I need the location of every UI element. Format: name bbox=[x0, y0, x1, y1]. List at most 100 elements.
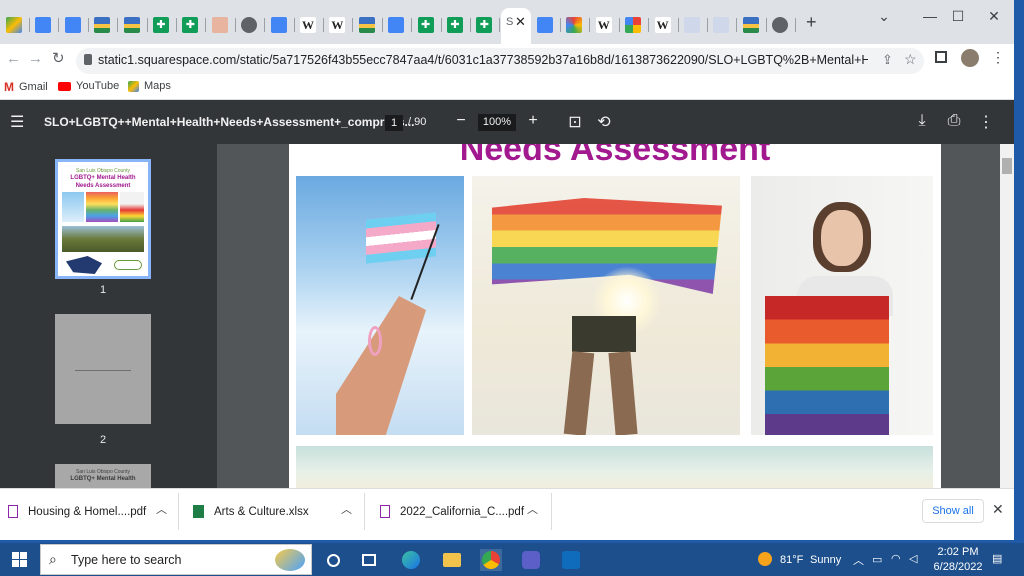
maximize-button[interactable]: ☐ bbox=[946, 8, 970, 25]
tab-docs[interactable] bbox=[382, 11, 410, 39]
page-number-input[interactable]: 1 bbox=[385, 115, 403, 131]
bookmark-gmail[interactable]: M Gmail bbox=[4, 80, 48, 94]
pdf-icon bbox=[8, 505, 18, 518]
download-filename: Housing & Homel....pdf bbox=[28, 505, 147, 518]
tab-photo[interactable] bbox=[737, 11, 765, 39]
tab-sheets[interactable]: ✚ bbox=[441, 11, 469, 39]
tab-globe[interactable] bbox=[235, 11, 263, 39]
document-scrollbar[interactable] bbox=[1000, 144, 1014, 488]
weather-desc[interactable]: Sunny bbox=[810, 554, 841, 566]
maps-icon bbox=[128, 80, 139, 92]
tab-photo[interactable] bbox=[88, 11, 116, 39]
avatar[interactable] bbox=[961, 49, 979, 67]
tab-wikipedia[interactable]: W bbox=[323, 11, 351, 39]
edge-icon[interactable] bbox=[400, 549, 422, 571]
download-item-housing[interactable]: Housing & Homel....pdf ︿ bbox=[8, 489, 167, 534]
hamburger-menu-icon[interactable]: ☰ bbox=[10, 112, 24, 132]
tab-docs[interactable] bbox=[59, 11, 87, 39]
bookmark-maps[interactable]: Maps bbox=[128, 80, 171, 92]
outlook-icon[interactable] bbox=[560, 549, 582, 571]
fit-page-icon[interactable]: ⊡ bbox=[565, 112, 585, 132]
lock-icon[interactable] bbox=[84, 54, 92, 65]
chrome-icon[interactable] bbox=[480, 549, 502, 571]
new-tab-button[interactable]: + bbox=[806, 12, 817, 33]
clock-time[interactable]: 2:02 PM bbox=[936, 546, 980, 558]
photo-icon bbox=[742, 17, 759, 33]
tab-drive[interactable] bbox=[0, 11, 28, 39]
back-button[interactable]: ← bbox=[6, 50, 21, 67]
thumbnail-page-1[interactable]: San Luis Obispo County LGBTQ+ Mental Hea… bbox=[55, 159, 151, 279]
tab-photo[interactable] bbox=[118, 11, 146, 39]
close-window-button[interactable]: ✕ bbox=[982, 8, 1006, 25]
battery-icon[interactable]: ▭ bbox=[872, 553, 882, 566]
tab-flower[interactable] bbox=[560, 11, 588, 39]
tab-google[interactable] bbox=[619, 11, 647, 39]
document-viewer: Needs Assessment bbox=[217, 144, 1014, 488]
download-item-arts[interactable]: Arts & Culture.xlsx ︿ bbox=[193, 489, 352, 534]
notifications-icon[interactable]: ▤ bbox=[992, 552, 1002, 565]
tab-docs[interactable] bbox=[265, 11, 293, 39]
weather-temp[interactable]: 81°F bbox=[780, 554, 803, 566]
tab-docs[interactable] bbox=[29, 11, 57, 39]
task-view-icon[interactable] bbox=[358, 549, 380, 571]
tab-photo[interactable] bbox=[353, 11, 381, 39]
rotate-icon[interactable]: ⟲ bbox=[594, 112, 614, 132]
weather-sun-icon[interactable] bbox=[758, 552, 772, 566]
close-downloads-icon[interactable]: ✕ bbox=[992, 501, 1004, 518]
docs-icon bbox=[270, 17, 287, 33]
tab-docs[interactable] bbox=[531, 11, 559, 39]
rainbow-flag bbox=[765, 296, 889, 435]
scrollbar-thumb[interactable] bbox=[1002, 158, 1012, 174]
active-tab-label: S bbox=[506, 16, 514, 28]
arm bbox=[336, 296, 426, 435]
zoom-out-button[interactable]: − bbox=[451, 112, 471, 130]
tab-wikipedia[interactable]: W bbox=[294, 11, 322, 39]
thumbnail-page-3[interactable]: San Luis Obispo County LGBTQ+ Mental Hea… bbox=[55, 464, 151, 488]
forward-button[interactable]: → bbox=[28, 50, 43, 67]
file-explorer-icon[interactable] bbox=[441, 549, 463, 571]
pdf-toolbar: ☰ SLO+LGBTQ++Mental+Health+Needs+Assessm… bbox=[0, 100, 1014, 144]
windows-start-icon[interactable] bbox=[12, 552, 27, 567]
taskbar-search[interactable]: ⌕ Type here to search bbox=[40, 544, 312, 575]
tray-chevron-icon[interactable]: ︿ bbox=[853, 552, 864, 568]
thumb-image bbox=[120, 192, 144, 222]
chevron-up-icon[interactable]: ︿ bbox=[156, 501, 167, 517]
tab-search-icon[interactable]: ⌄ bbox=[872, 8, 896, 25]
photo-landscape bbox=[296, 446, 933, 488]
zoom-in-button[interactable]: + bbox=[523, 112, 543, 130]
clock-date[interactable]: 6/28/2022 bbox=[930, 561, 986, 573]
menu-kebab-icon[interactable]: ⋮ bbox=[991, 49, 1005, 66]
active-tab[interactable]: S ✕ bbox=[501, 8, 531, 44]
side-panel-icon[interactable] bbox=[935, 51, 947, 63]
thumbnail-page-2[interactable] bbox=[55, 314, 151, 424]
bookmark-star-icon[interactable]: ☆ bbox=[904, 51, 917, 68]
tab-globe[interactable] bbox=[766, 11, 794, 39]
tab-plus[interactable] bbox=[206, 11, 234, 39]
teams-icon[interactable] bbox=[520, 549, 542, 571]
tab-sheets[interactable]: ✚ bbox=[470, 11, 498, 39]
tab-wikipedia[interactable]: W bbox=[590, 11, 618, 39]
pdf-menu-icon[interactable]: ⋮ bbox=[976, 112, 996, 132]
reload-button[interactable]: ↻ bbox=[52, 49, 65, 67]
download-item-california[interactable]: 2022_California_C....pdf ︿ bbox=[380, 489, 538, 534]
tab-sheets[interactable]: ✚ bbox=[176, 11, 204, 39]
tab-sheets[interactable]: ✚ bbox=[412, 11, 440, 39]
tab-file[interactable] bbox=[707, 11, 735, 39]
address-bar[interactable]: static1.squarespace.com/static/5a717526f… bbox=[76, 48, 924, 74]
minimize-button[interactable]: — bbox=[918, 8, 942, 24]
print-icon[interactable]: ⎙ bbox=[944, 112, 964, 130]
tab-sheets[interactable]: ✚ bbox=[147, 11, 175, 39]
volume-icon[interactable]: ◁ bbox=[909, 552, 917, 565]
cortana-icon[interactable] bbox=[322, 549, 344, 571]
zoom-input[interactable]: 100% bbox=[478, 114, 516, 131]
chevron-up-icon[interactable]: ︿ bbox=[527, 501, 538, 517]
wifi-icon[interactable]: ◠ bbox=[891, 552, 901, 565]
bookmark-youtube[interactable]: YouTube bbox=[58, 80, 119, 92]
share-icon[interactable]: ⇪ bbox=[882, 52, 893, 68]
chevron-up-icon[interactable]: ︿ bbox=[341, 501, 352, 517]
download-icon[interactable]: ⤓ bbox=[912, 112, 932, 130]
show-all-button[interactable]: Show all bbox=[922, 499, 984, 523]
tab-file[interactable] bbox=[678, 11, 706, 39]
tab-wikipedia[interactable]: W bbox=[649, 11, 677, 39]
close-tab-icon[interactable]: ✕ bbox=[515, 14, 526, 30]
